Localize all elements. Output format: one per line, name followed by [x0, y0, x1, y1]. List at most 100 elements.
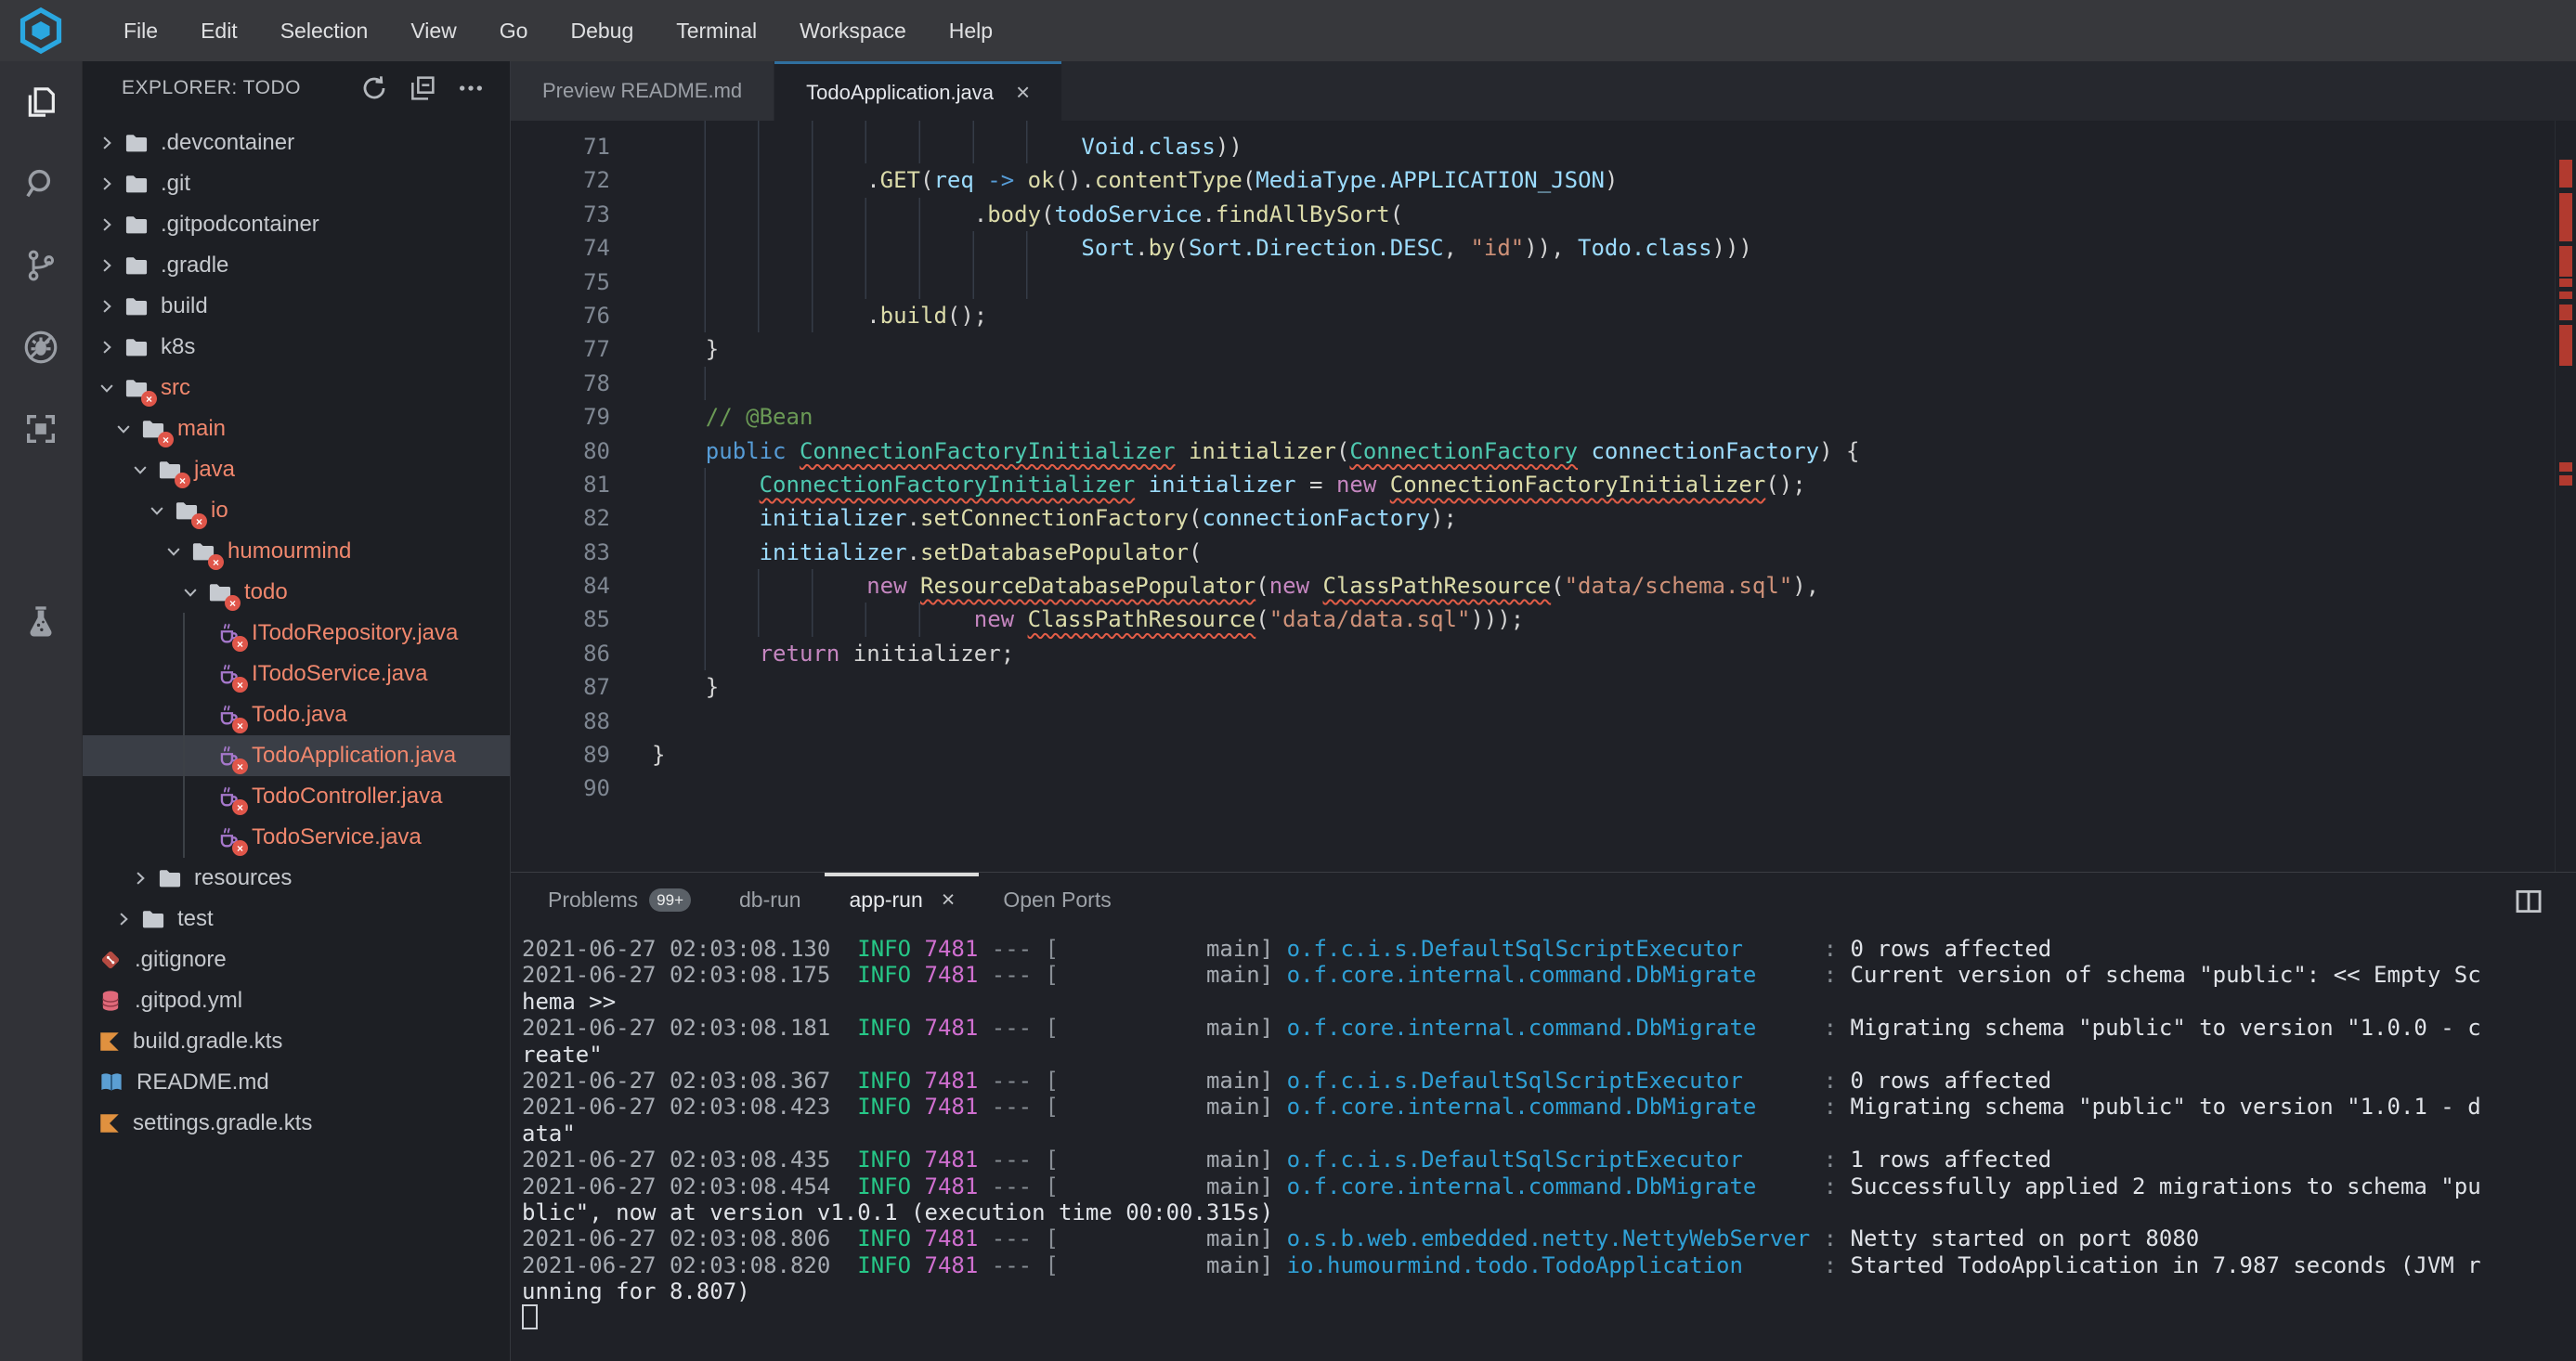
code-editor[interactable]: 71 Void.class))72 .GET(req -> ok().conte…	[511, 121, 2576, 872]
tree-item-resources[interactable]: resources	[83, 858, 510, 899]
tree-item-java[interactable]: ×java	[83, 449, 510, 490]
refresh-icon[interactable]	[359, 73, 389, 103]
tree-item-label: .git	[161, 171, 190, 197]
workbench: EXPLORER: TODO .devcontainer.git.gitpodc…	[0, 61, 2576, 1361]
tree-item-build[interactable]: build	[83, 286, 510, 327]
chevron-down-icon	[164, 542, 183, 561]
code-line	[511, 121, 2576, 130]
indent-guides	[652, 670, 704, 704]
tree-item-.git[interactable]: .git	[83, 163, 510, 204]
line-number: 80	[511, 434, 610, 468]
folder-icon	[124, 171, 150, 197]
menu-item-terminal[interactable]: Terminal	[655, 19, 778, 44]
overview-ruler[interactable]	[2555, 121, 2576, 872]
tree-item-io[interactable]: ×io	[83, 490, 510, 531]
menu-item-help[interactable]: Help	[928, 19, 1014, 44]
close-icon[interactable]: ×	[1016, 78, 1030, 107]
code-line: 76 .build();	[511, 299, 2576, 332]
tree-item-ITodoRepository.java[interactable]: ×ITodoRepository.java	[83, 613, 510, 654]
tree-item-k8s[interactable]: k8s	[83, 327, 510, 368]
chevron-down-icon	[181, 583, 200, 602]
tree-item-label: resources	[194, 865, 292, 891]
indent-guides	[652, 434, 704, 468]
editor-area: Preview README.mdTodoApplication.java× 7…	[511, 61, 2576, 1361]
plugins-icon[interactable]	[0, 388, 82, 470]
tree-item-README.md[interactable]: README.md	[83, 1062, 510, 1103]
terminal-line: ata"	[522, 1121, 2576, 1147]
gitpod-logo-icon[interactable]	[0, 6, 82, 55]
indent-guides	[652, 400, 704, 434]
menu-item-workspace[interactable]: Workspace	[778, 19, 928, 44]
menu-item-selection[interactable]: Selection	[259, 19, 390, 44]
split-panel-icon[interactable]	[2513, 886, 2544, 922]
menu-item-view[interactable]: View	[389, 19, 477, 44]
error-badge: ×	[232, 758, 248, 774]
folder-icon: ×	[207, 579, 233, 605]
code-line: 75	[511, 266, 2576, 299]
tree-item-src[interactable]: ×src	[83, 368, 510, 408]
terminal-line: 2021-06-27 02:03:08.367 INFO 7481 --- [ …	[522, 1068, 2576, 1094]
activity-bar	[0, 61, 83, 1361]
tree-item-TodoService.java[interactable]: ×TodoService.java	[83, 817, 510, 858]
tree-item-.gitignore[interactable]: .gitignore	[83, 940, 510, 980]
java-icon: ×	[215, 824, 241, 850]
menu-item-file[interactable]: File	[102, 19, 179, 44]
chevron-right-icon	[98, 256, 116, 275]
line-number: 71	[511, 130, 610, 163]
error-badge: ×	[158, 432, 174, 447]
more-actions-icon[interactable]	[456, 73, 486, 103]
tree-item-ITodoService.java[interactable]: ×ITodoService.java	[83, 654, 510, 694]
editor-tab-preview-readme-md[interactable]: Preview README.md	[511, 61, 774, 121]
tree-item-build.gradle.kts[interactable]: build.gradle.kts	[83, 1021, 510, 1062]
code-line: 74 Sort.by(Sort.Direction.DESC, "id")), …	[511, 231, 2576, 265]
menu-item-edit[interactable]: Edit	[179, 19, 259, 44]
panel-tab-open-ports[interactable]: Open Ports	[979, 873, 1135, 927]
tree-item-.gitpod.yml[interactable]: .gitpod.yml	[83, 980, 510, 1021]
error-mark	[2559, 279, 2572, 287]
tree-item-.gradle[interactable]: .gradle	[83, 245, 510, 286]
tree-item-settings.gradle.kts[interactable]: settings.gradle.kts	[83, 1103, 510, 1144]
experiments-icon[interactable]	[0, 581, 82, 663]
collapse-all-icon[interactable]	[408, 73, 437, 103]
tree-item-test[interactable]: test	[83, 899, 510, 940]
code-text: }	[652, 742, 665, 768]
file-tree: .devcontainer .git .gitpodcontainer .gradle…	[83, 115, 510, 1144]
search-icon[interactable]	[0, 143, 82, 225]
readme-icon	[98, 1069, 125, 1096]
editor-tab-todoapplication-java[interactable]: TodoApplication.java×	[774, 61, 1061, 121]
line-number: 76	[511, 299, 610, 332]
terminal-output[interactable]: 2021-06-27 02:03:08.130 INFO 7481 --- [ …	[511, 927, 2576, 1361]
panel-tab-label: db-run	[739, 888, 800, 913]
explorer-icon[interactable]	[0, 61, 82, 143]
tree-item-.devcontainer[interactable]: .devcontainer	[83, 123, 510, 163]
tree-item-Todo.java[interactable]: ×Todo.java	[83, 694, 510, 735]
terminal-line: 2021-06-27 02:03:08.820 INFO 7481 --- [ …	[522, 1252, 2576, 1278]
tree-item-label: .gitpod.yml	[135, 988, 242, 1014]
indent-guides	[652, 299, 865, 332]
panel-tab-app-run[interactable]: app-run ×	[825, 873, 979, 927]
error-badge: ×	[175, 473, 190, 488]
debug-icon[interactable]	[0, 306, 82, 388]
tree-item-.gitpodcontainer[interactable]: .gitpodcontainer	[83, 204, 510, 245]
tree-item-label: ITodoService.java	[252, 661, 427, 687]
close-icon[interactable]: ×	[942, 887, 956, 914]
menu-item-go[interactable]: Go	[478, 19, 550, 44]
tree-item-todo[interactable]: ×todo	[83, 572, 510, 613]
tree-item-label: .gradle	[161, 253, 228, 279]
panel-tab-problems[interactable]: Problems99+	[524, 873, 715, 927]
tree-item-humourmind[interactable]: ×humourmind	[83, 531, 510, 572]
yml-icon	[98, 988, 124, 1014]
error-badge: ×	[232, 718, 248, 733]
menu-item-debug[interactable]: Debug	[549, 19, 655, 44]
terminal-line: 2021-06-27 02:03:08.130 INFO 7481 --- [ …	[522, 936, 2576, 962]
panel-tab-label: app-run	[849, 888, 922, 913]
line-number: 75	[511, 266, 610, 299]
tree-item-TodoController.java[interactable]: ×TodoController.java	[83, 776, 510, 817]
source-control-icon[interactable]	[0, 225, 82, 306]
terminal-line: 2021-06-27 02:03:08.806 INFO 7481 --- [ …	[522, 1225, 2576, 1251]
tree-item-TodoApplication.java[interactable]: ×TodoApplication.java	[83, 735, 510, 776]
tree-item-main[interactable]: ×main	[83, 408, 510, 449]
panel-tab-db-run[interactable]: db-run	[715, 873, 825, 927]
line-number: 72	[511, 163, 610, 197]
line-number: 73	[511, 198, 610, 231]
